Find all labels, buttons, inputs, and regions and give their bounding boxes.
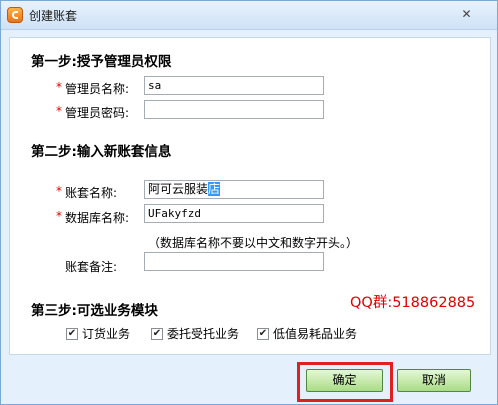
module-consignment-checkbox[interactable]: ✔ 委托受托业务: [151, 325, 239, 342]
step1-heading: 第一步:授予管理员权限: [31, 54, 172, 70]
form-panel: 第一步:授予管理员权限 * 管理员名称: sa * 管理员密码: 第二步:输入新…: [9, 37, 491, 355]
db-name-input[interactable]: UFakyfzd: [144, 204, 324, 223]
required-mark: *: [56, 184, 62, 198]
step2-heading: 第二步:输入新账套信息: [31, 144, 172, 160]
remark-input[interactable]: [144, 252, 324, 271]
app-logo-icon: [7, 7, 23, 23]
checkbox-check-icon: ✔: [151, 327, 163, 340]
admin-password-label: 管理员密码:: [65, 106, 130, 120]
db-name-label: 数据库名称:: [65, 211, 130, 225]
admin-name-input[interactable]: sa: [144, 76, 324, 95]
required-mark: *: [56, 209, 62, 223]
account-name-text: 阿可云服装: [148, 182, 209, 196]
required-mark: *: [56, 80, 62, 94]
module-consignment-label: 委托受托业务: [167, 327, 240, 341]
checkbox-check-icon: ✔: [257, 327, 269, 340]
db-name-hint: （数据库名称不要以中文和数字开头。）: [148, 236, 359, 250]
module-consumables-label: 低值易耗品业务: [273, 327, 358, 341]
admin-name-label: 管理员名称:: [65, 82, 130, 96]
admin-password-input[interactable]: [144, 100, 324, 119]
step3-heading: 第三步:可选业务模块: [31, 303, 158, 319]
cancel-button[interactable]: 取消: [397, 369, 471, 392]
title-bar: 创建账套 ✕: [1, 1, 497, 30]
account-name-selection: 店: [208, 182, 221, 196]
account-name-input[interactable]: 阿可云服装店: [144, 180, 324, 199]
module-order-label: 订货业务: [82, 327, 131, 341]
required-mark: *: [56, 104, 62, 118]
module-order-checkbox[interactable]: ✔ 订货业务: [66, 325, 130, 342]
ok-button-highlight-box: [297, 362, 393, 402]
create-account-dialog: 创建账套 ✕ 第一步:授予管理员权限 * 管理员名称: sa * 管理员密码: …: [0, 0, 498, 405]
module-consumables-checkbox[interactable]: ✔ 低值易耗品业务: [257, 325, 357, 342]
checkbox-check-icon: ✔: [66, 327, 78, 340]
close-icon[interactable]: ✕: [459, 8, 474, 21]
qq-group-watermark: QQ群:518862885: [350, 295, 476, 311]
account-name-label: 账套名称:: [65, 186, 118, 200]
window-title: 创建账套: [29, 9, 78, 23]
remark-label: 账套备注:: [65, 260, 118, 274]
